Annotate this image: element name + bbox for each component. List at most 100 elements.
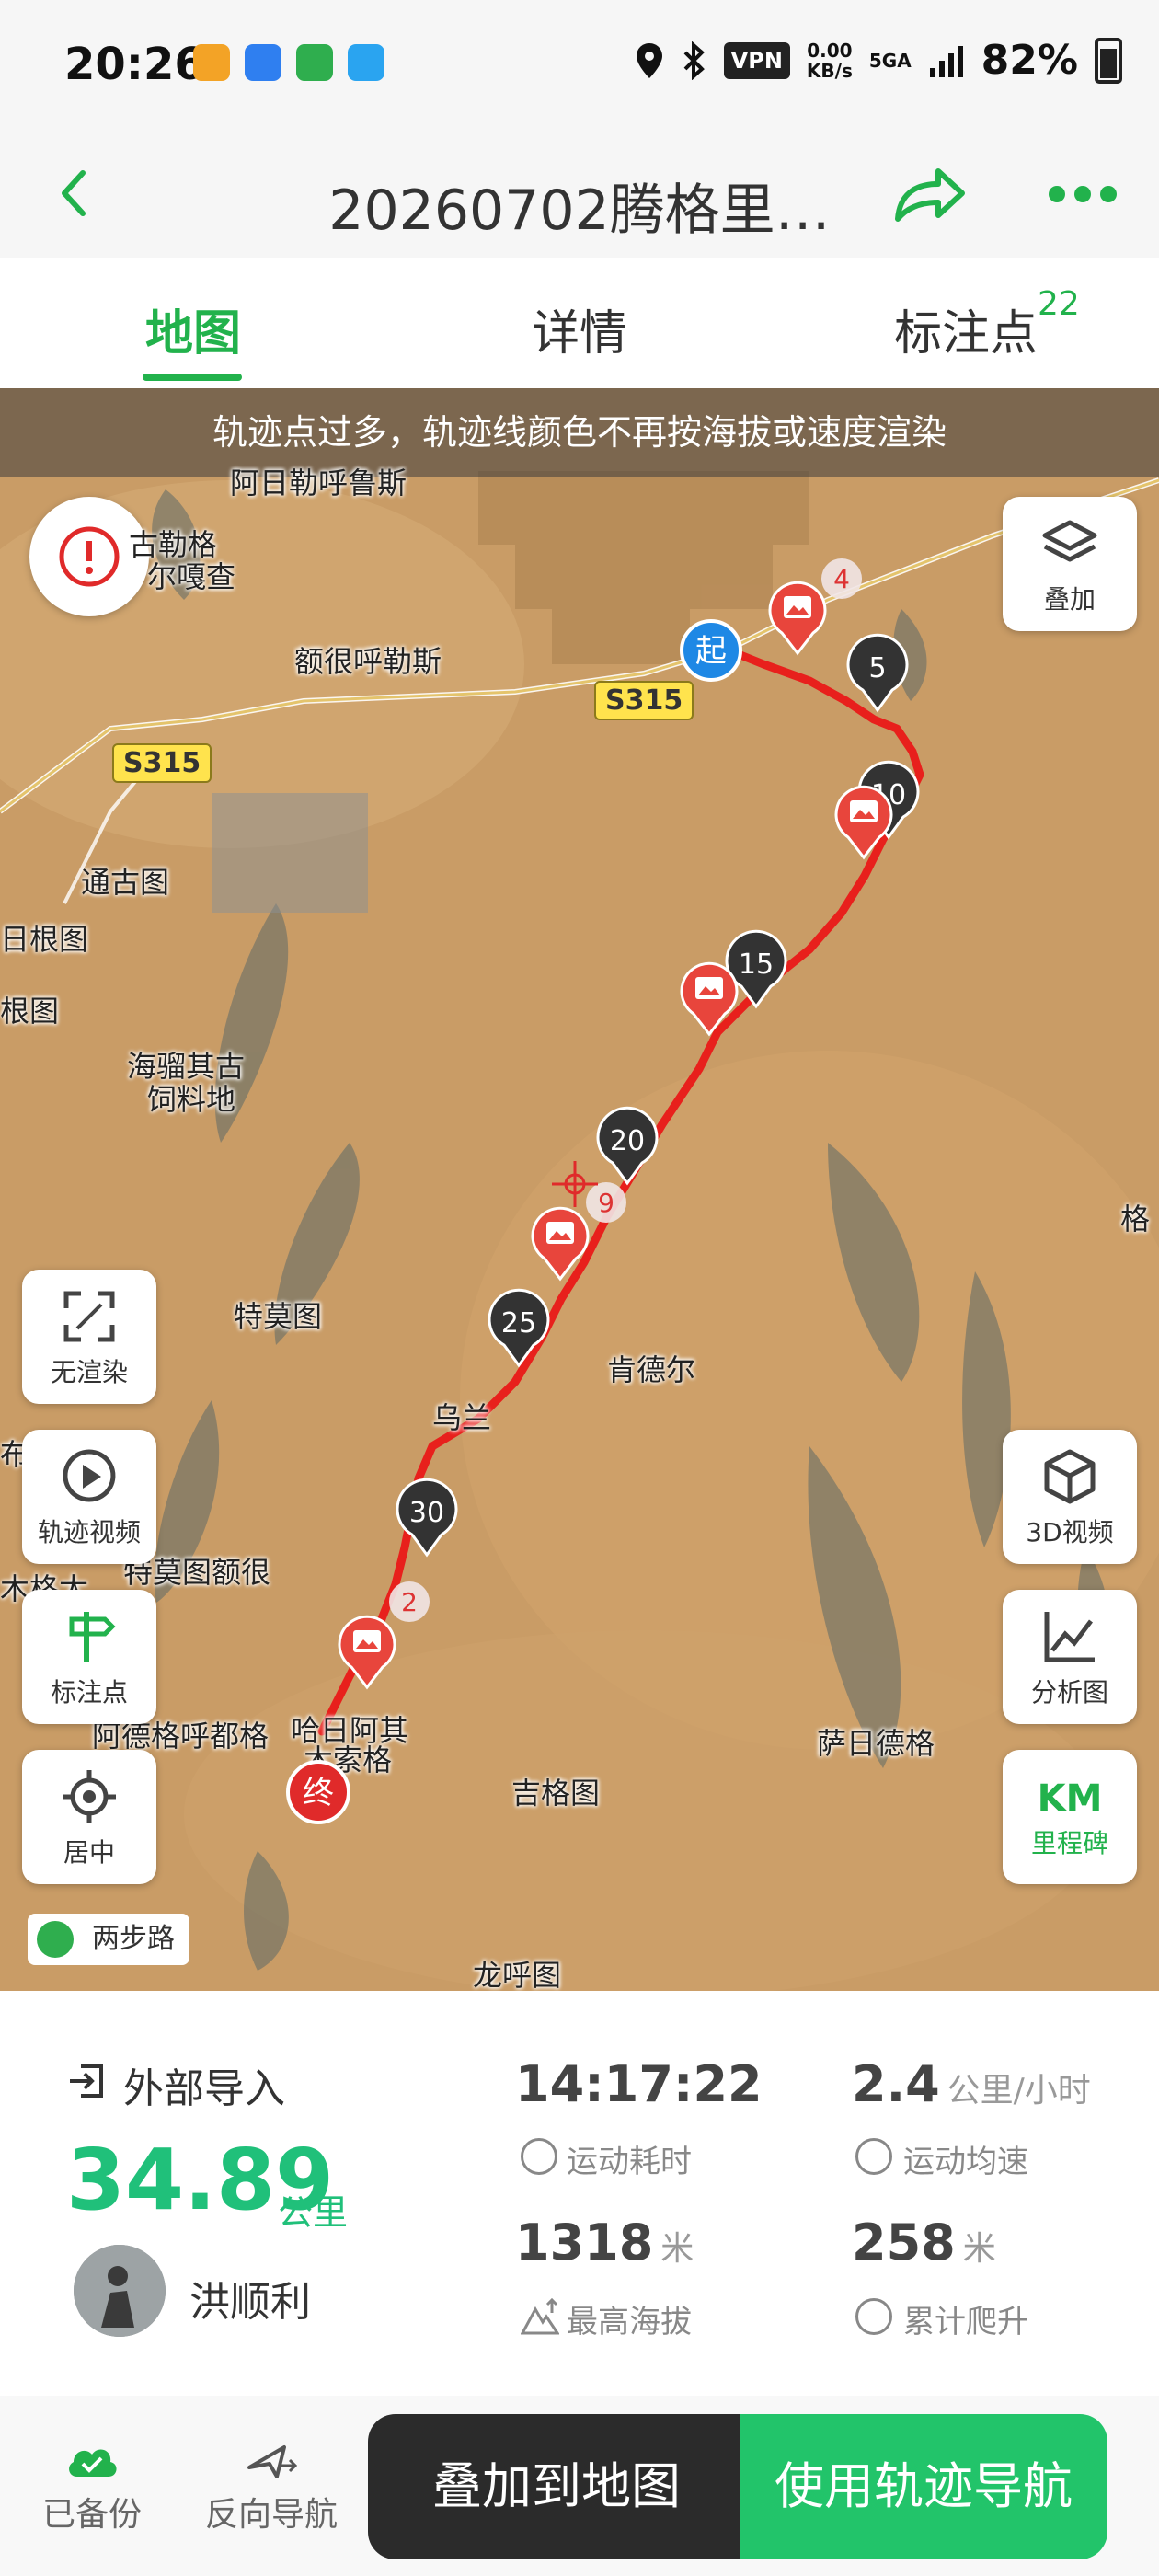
analysis-chart-button[interactable]: 分析图 [1003,1590,1137,1724]
message-notification-icon [245,44,281,81]
place-label: 萨日德格 [817,1726,935,1761]
brand-watermark: 两步路 [28,1914,189,1965]
svg-text:起: 起 [695,633,727,670]
back-arrow-icon[interactable] [48,166,103,221]
road-label-s315: S315 [594,681,694,720]
bluetooth-icon [683,40,705,80]
cube-icon [1044,1449,1096,1504]
active-tab-indicator [143,374,242,381]
km-icon: KM [1037,1777,1103,1820]
more-options-icon[interactable] [1049,186,1117,202]
signpost-icon [69,1612,116,1662]
place-label: 额很呼勒斯 [294,644,442,679]
place-label: 龙呼图 [473,1958,562,1991]
place-label: 尔嘎查 [147,559,236,594]
duration-value: 14:17:22 [515,2055,763,2113]
no-render-button[interactable]: 无渲染 [22,1270,156,1404]
milestone-button[interactable]: KM 里程碑 [1003,1750,1137,1884]
avg-speed-value: 2.4 公里/小时 [852,2055,1091,2113]
username: 洪顺利 [189,2279,311,2326]
backup-status[interactable]: 已备份 [35,2440,149,2536]
weather-notification-icon [348,44,384,81]
annotation-badge[interactable]: 4 [819,556,865,602]
track-map[interactable]: 轨迹点过多，轨迹线颜色不再按海拔或速度渲染 阿日勒呼鲁斯 古勒格 尔嘎查 额很呼… [0,388,1159,1991]
km-marker[interactable]: 5 [844,633,911,714]
notification-icons [193,44,384,81]
place-label: 肯德尔 [607,1352,696,1387]
reverse-navigation-button[interactable]: 反向导航 [193,2440,350,2536]
place-label: 格 [1120,1202,1151,1236]
network-speed: 0.00 KB/s [806,39,853,82]
layers-icon [1042,520,1097,562]
svg-text:终: 终 [303,1775,334,1811]
start-marker[interactable]: 起 [679,618,743,683]
end-marker[interactable]: 终 [285,1759,351,1825]
status-bar: 20:26 VPN 0.00 KB/s 5GA 82% [0,0,1159,129]
page-title: 20260702腾格里… [328,178,831,243]
track-warning-banner: 轨迹点过多，轨迹线颜色不再按海拔或速度渲染 [0,388,1159,477]
photo-marker[interactable] [832,782,896,861]
place-label: 通古图 [81,865,170,900]
km-marker[interactable]: 25 [486,1288,552,1369]
center-button[interactable]: 居中 [22,1750,156,1884]
mountain-icon [521,2298,559,2335]
max-altitude-label: 最高海拔 [567,2304,692,2340]
battery-icon [1095,37,1122,84]
signal-icon [929,45,963,77]
app-notification-icon [193,44,230,81]
svg-text:15: 15 [739,949,774,981]
place-label: 阿日勒呼鲁斯 [230,466,407,500]
bottom-action-bar: 已备份 反向导航 叠加到地图 使用轨迹导航 [0,2396,1159,2576]
vpn-icon: VPN [723,41,790,79]
annotation-points-button[interactable]: 标注点 [22,1590,156,1724]
svg-text:4: 4 [833,564,850,594]
signal-label: 5GA [868,49,912,72]
track-summary: 外部导入 34.89 公里 洪顺利 14:17:22 运动耗时 2.4 公里/小时… [0,1991,1159,2396]
place-label: 乌兰 [432,1400,492,1435]
import-icon [70,2064,103,2098]
stopwatch-icon [521,2138,557,2175]
svg-text:2: 2 [401,1587,418,1617]
climb-icon [855,2298,892,2335]
duration-label: 运动耗时 [567,2144,692,2180]
km-marker[interactable]: 20 [594,1106,660,1187]
share-icon[interactable] [890,158,968,228]
import-source: 外部导入 [123,2065,285,2112]
reverse-nav-icon [247,2445,298,2478]
climb-value: 258 米 [852,2214,996,2271]
annotation-badge[interactable]: 2 [386,1579,432,1625]
annotation-count-badge: 22 [1038,285,1080,323]
photo-marker[interactable] [677,959,741,1038]
cloud-check-icon [69,2449,117,2477]
distance-unit: 公里 [278,2192,349,2233]
avg-speed-label: 运动均速 [903,2144,1028,2180]
overlay-button[interactable]: 叠加 [1003,497,1137,631]
place-label: 日根图 [0,922,89,957]
svg-text:30: 30 [409,1497,444,1529]
brand-logo-icon [37,1921,74,1958]
track-video-button[interactable]: 轨迹视频 [22,1430,156,1564]
km-marker[interactable]: 30 [394,1478,460,1558]
3d-video-button[interactable]: 3D视频 [1003,1430,1137,1564]
svg-text:9: 9 [598,1188,614,1218]
tab-map[interactable]: 地图 [145,294,241,363]
place-label: 饲料地 [147,1082,236,1117]
place-label: 特莫图 [234,1299,323,1334]
tab-details[interactable]: 详情 [532,294,627,363]
expand-icon [63,1291,115,1342]
place-label: 根图 [0,994,60,1029]
title-bar: 20260702腾格里… [0,129,1159,258]
crosshair-icon [552,1161,598,1207]
clock: 20:26 [64,39,205,90]
svg-text:25: 25 [501,1307,536,1340]
place-label: 吉格图 [511,1776,601,1811]
locate-icon [63,1770,116,1823]
use-track-navigation-button[interactable]: 使用轨迹导航 [740,2414,1107,2559]
avatar[interactable] [74,2245,166,2337]
overlay-to-map-button[interactable]: 叠加到地图 [368,2414,745,2559]
svg-text:20: 20 [610,1125,645,1157]
tab-annotations[interactable]: 标注点 [894,294,1038,363]
line-chart-icon [1044,1612,1095,1662]
max-altitude-value: 1318 米 [515,2214,694,2271]
climb-label: 累计爬升 [903,2304,1028,2340]
